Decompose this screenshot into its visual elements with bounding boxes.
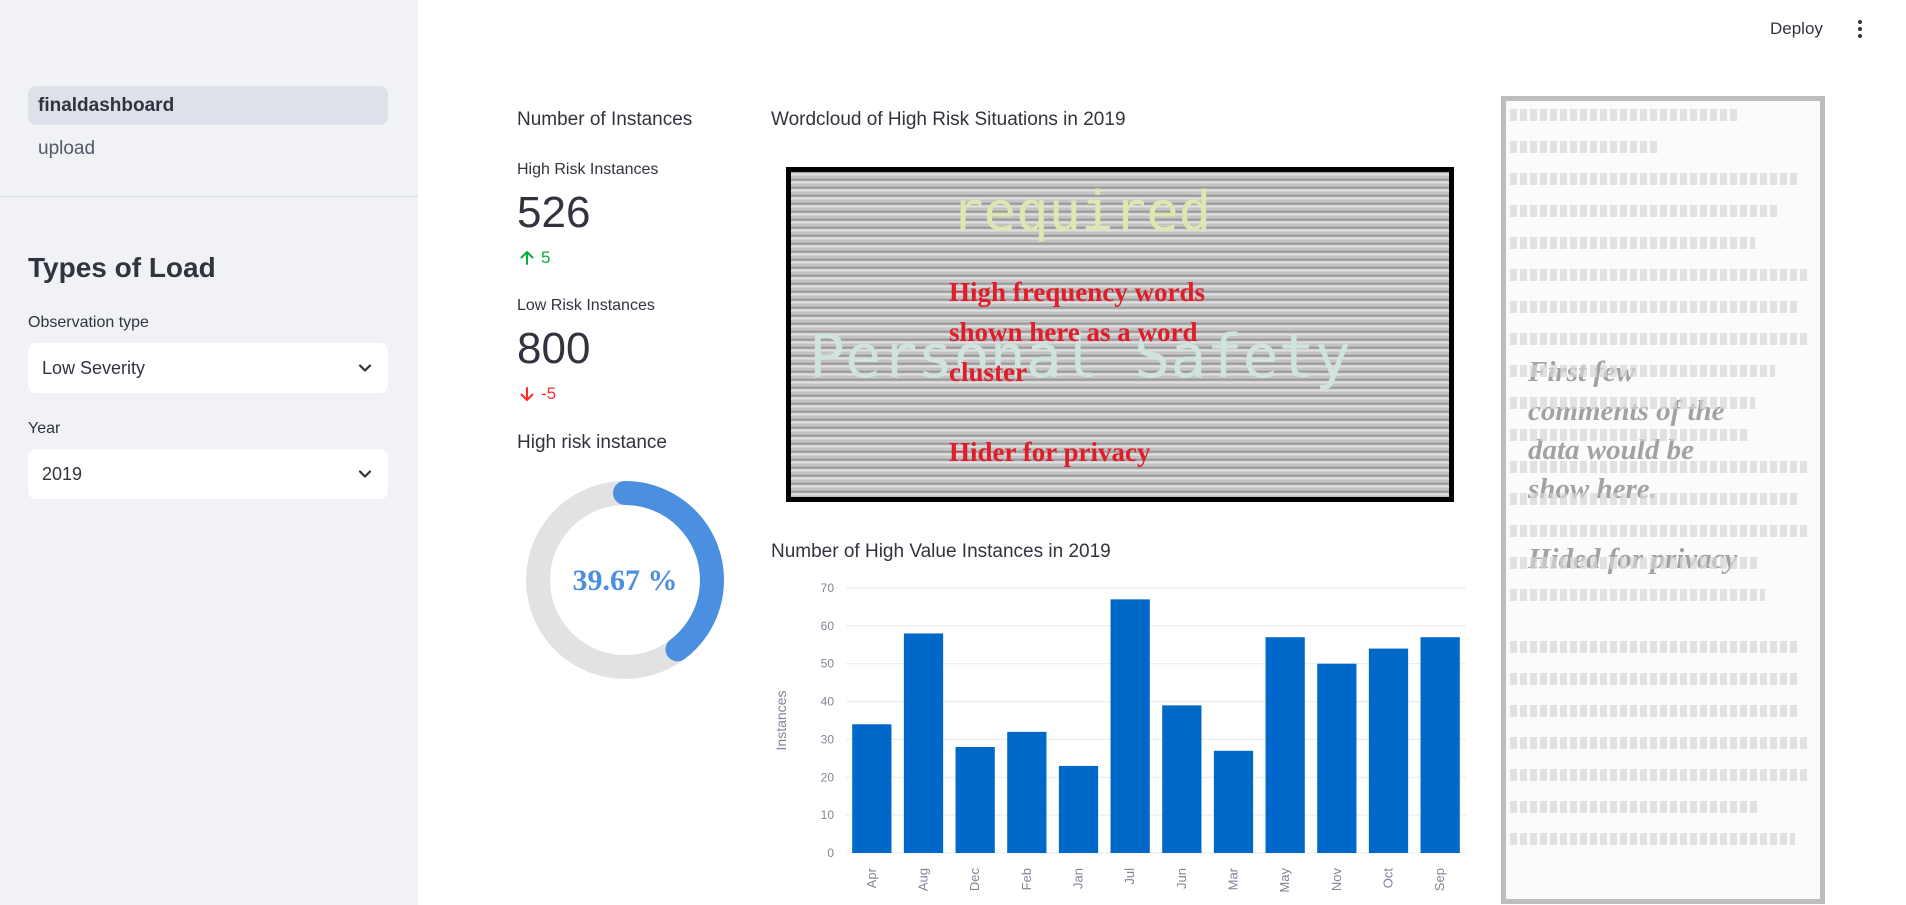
bar-chart: 0 10 20 30 40 50 60 70 Apr Aug Dec Feb Jan Jul Jun Mar M… — [773, 581, 1466, 893]
y-tick-label: 20 — [821, 770, 835, 784]
obscured-comment-line — [1510, 269, 1810, 281]
bar — [1213, 750, 1254, 853]
year-label: Year — [28, 420, 61, 437]
obscured-comment-line — [1510, 673, 1800, 685]
metrics-title: Number of Instances — [517, 109, 693, 130]
low-risk-value: 800 — [517, 324, 591, 373]
obscured-comment-line — [1510, 109, 1740, 121]
y-tick-label: 30 — [821, 732, 835, 746]
obscured-comment-line — [1510, 173, 1800, 185]
bar — [1007, 731, 1047, 853]
arrow-down-icon — [520, 387, 534, 401]
obscured-comment-line — [1510, 589, 1765, 601]
chevron-down-icon — [358, 470, 372, 478]
x-tick-label: Sep — [1432, 868, 1447, 891]
bar — [1058, 765, 1099, 853]
obscured-comment-line — [1510, 769, 1810, 781]
app-root: finaldashboard upload Types of Load Obse… — [0, 0, 1906, 905]
sidebar-title: Types of Load — [28, 252, 216, 283]
deploy-button[interactable]: Deploy — [1770, 16, 1823, 42]
low-risk-delta-value: -5 — [541, 384, 557, 403]
obscured-comment-line — [1510, 461, 1810, 473]
wordcloud-overlay: High frequency words shown here as a wor… — [949, 277, 1206, 387]
x-tick-label: Apr — [864, 867, 879, 888]
wordcloud-title: Wordcloud of High Risk Situations in 201… — [771, 109, 1126, 130]
wordcloud-privacy-note: Hider for privacy — [949, 437, 1151, 467]
bar — [1368, 648, 1409, 853]
wordcloud-word: required — [951, 180, 1212, 243]
obscured-comment-line — [1510, 429, 1750, 441]
high-risk-value: 526 — [517, 188, 591, 237]
obscured-comment-line — [1510, 525, 1810, 537]
low-risk-label: Low Risk Instances — [517, 297, 655, 314]
obscured-comment-line — [1510, 333, 1810, 345]
obscured-comment-line — [1510, 301, 1800, 313]
donut-label: 39.67 % — [573, 564, 678, 597]
high-risk-donut: 39.67 % — [526, 481, 724, 679]
x-tick-label: Jun — [1174, 868, 1189, 889]
kebab-menu-icon[interactable] — [1850, 16, 1870, 42]
comments-panel[interactable]: First few comments of the data would be … — [1501, 96, 1825, 904]
x-tick-label: Feb — [1019, 868, 1034, 890]
year-value: 2019 — [42, 463, 83, 484]
donut-title: High risk instance — [517, 432, 667, 453]
chevron-down-icon — [358, 364, 372, 372]
obscured-comment-line — [1510, 705, 1800, 717]
high-risk-delta-value: 5 — [541, 248, 551, 267]
bar — [852, 724, 892, 853]
x-tick-label: Dec — [967, 868, 982, 892]
observation-type-select[interactable]: Low Severity — [28, 343, 388, 393]
bar — [1110, 599, 1150, 853]
y-tick-label: 40 — [821, 695, 835, 709]
bar — [1420, 637, 1460, 853]
sidebar: finaldashboard upload Types of Load Obse… — [0, 0, 418, 905]
y-tick-label: 60 — [821, 619, 835, 633]
bar — [955, 747, 995, 853]
y-tick-label: 0 — [827, 846, 834, 860]
sidebar-nav: finaldashboard upload — [28, 86, 388, 172]
obscured-comment-line — [1510, 397, 1755, 409]
arrow-up-icon — [520, 251, 534, 265]
y-axis-label: Instances — [773, 691, 789, 751]
bar — [903, 633, 944, 853]
high-risk-label: High Risk Instances — [517, 161, 659, 178]
y-tick-label: 70 — [821, 581, 835, 595]
x-tick-label: Oct — [1381, 868, 1396, 889]
obscured-comment-line — [1510, 557, 1760, 569]
wordcloud-image: required Personal Safety High frequency … — [786, 167, 1454, 502]
sidebar-divider — [0, 196, 418, 197]
nav-item-upload[interactable]: upload — [28, 129, 388, 168]
x-tick-label: Nov — [1329, 868, 1344, 892]
obscured-comment-line — [1510, 833, 1795, 845]
obscured-comment-line — [1510, 365, 1775, 377]
low-risk-delta: -5 — [519, 384, 556, 404]
observation-type-label: Observation type — [28, 314, 149, 331]
high-risk-delta: 5 — [519, 248, 550, 268]
bar — [1162, 705, 1202, 853]
obscured-comment-line — [1510, 737, 1810, 749]
observation-type-value: Low Severity — [42, 357, 146, 378]
y-tick-label: 50 — [821, 657, 835, 671]
y-tick-label: 10 — [821, 808, 835, 822]
obscured-comment-line — [1510, 141, 1660, 153]
obscured-comment-line — [1510, 205, 1780, 217]
nav-item-finaldashboard[interactable]: finaldashboard — [28, 86, 388, 125]
x-tick-label: Jul — [1122, 868, 1137, 885]
obscured-comment-line — [1510, 237, 1755, 249]
bar — [1265, 637, 1305, 853]
obscured-comment-line — [1510, 493, 1800, 505]
x-tick-label: Mar — [1226, 867, 1241, 890]
year-select[interactable]: 2019 — [28, 449, 388, 499]
obscured-comment-line — [1510, 801, 1760, 813]
bar — [1317, 663, 1357, 853]
x-tick-label: Aug — [916, 868, 931, 891]
x-tick-label: May — [1277, 868, 1292, 893]
bar-chart-title: Number of High Value Instances in 2019 — [771, 541, 1111, 562]
obscured-comment-line — [1510, 641, 1800, 653]
x-tick-label: Jan — [1071, 868, 1086, 889]
